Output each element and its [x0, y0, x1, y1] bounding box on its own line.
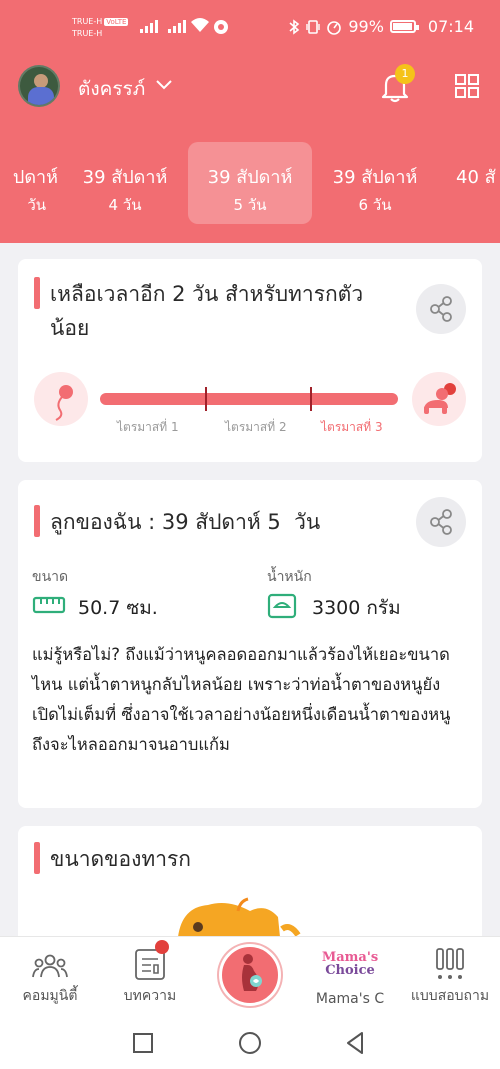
system-nav-bar	[0, 1016, 500, 1069]
scale-icon	[267, 593, 297, 619]
nav-articles[interactable]: บทความ	[100, 937, 200, 1017]
pregnancy-home-button[interactable]	[219, 944, 281, 1006]
clock: 07:14	[427, 17, 474, 36]
home-icon[interactable]	[238, 1031, 262, 1055]
baby-info-title: ลูกของฉัน : 39 สัปดาห์ 5 วัน	[50, 510, 321, 534]
week-tab[interactable]: ปดาห์ วัน	[0, 142, 62, 224]
survey-icon	[436, 948, 464, 979]
trimester-2-label: ไตรมาสที่ 2	[225, 420, 287, 434]
countdown-title: เหลือเวลาอีก 2 วัน สำหรับทารกตัวน้อย	[50, 282, 364, 340]
trimester-marker	[310, 387, 312, 411]
chevron-down-icon[interactable]	[155, 78, 173, 92]
vibrate-icon	[306, 19, 321, 34]
trimester-3-label: ไตรมาสที่ 3	[321, 420, 383, 434]
signal-icon-2	[168, 19, 186, 33]
status-right: 99% 07:14	[288, 17, 474, 36]
battery-percent: 99%	[348, 17, 384, 36]
status-bar: TRUE-H VoLTE TRUE-H 99% 07:14	[0, 0, 500, 58]
card-accent	[34, 842, 40, 874]
week-tab[interactable]: 40 สั	[438, 142, 500, 224]
articles-badge	[155, 940, 169, 954]
community-icon	[32, 954, 68, 978]
signal-icon	[140, 19, 158, 33]
card-accent	[34, 505, 40, 537]
week-tab[interactable]: 39 สัปดาห์ 6 วัน	[313, 142, 437, 224]
share-icon	[430, 296, 452, 322]
nav-quiz[interactable]: แบบสอบถาม	[400, 937, 500, 1017]
carrier-2: TRUE-H	[72, 29, 103, 38]
size-label: ขนาด	[32, 569, 69, 585]
baby-size-title: ขนาดของทารก	[50, 847, 191, 871]
carrier-1: TRUE-H	[72, 17, 103, 26]
nav-mamas-choice[interactable]: Mama's Choice Mama's C	[300, 937, 400, 1017]
avatar[interactable]	[18, 65, 60, 107]
carrier-info: TRUE-H VoLTE TRUE-H	[72, 16, 129, 40]
weight-value: 3300 กรัม	[312, 597, 401, 619]
nav-community[interactable]: คอมมูนิตี้	[0, 937, 100, 1017]
data-saver-icon	[214, 20, 228, 34]
volte-tag: VoLTE	[104, 18, 129, 26]
baby-crawling-icon	[412, 372, 466, 426]
mamas-choice-logo: Mama's Choice	[321, 950, 379, 978]
week-selector[interactable]: ปดาห์ วัน 39 สัปดาห์ 4 วัน 39 สัปดาห์ 5 …	[0, 142, 500, 224]
notification-badge: 1	[395, 64, 415, 84]
battery-icon	[389, 20, 419, 33]
week-tab[interactable]: 39 สัปดาห์ 4 วัน	[63, 142, 187, 224]
ruler-icon	[32, 596, 66, 614]
week-tab-selected[interactable]: 39 สัปดาห์ 5 วัน	[188, 142, 312, 224]
wifi-icon	[191, 18, 209, 32]
share-button[interactable]	[416, 284, 466, 334]
pregnancy-progress-bar	[100, 393, 398, 405]
size-value: 50.7 ซม.	[78, 597, 158, 619]
recent-apps-icon[interactable]	[132, 1032, 154, 1054]
baby-fact-text: แม่รู้หรือไม่? ถึงแม้ว่าหนูคลอดออกมาแล้ว…	[32, 645, 451, 754]
pregnant-woman-icon	[242, 954, 262, 991]
speed-icon	[327, 20, 342, 35]
weight-label: น้ำหนัก	[267, 569, 312, 585]
card-accent	[34, 277, 40, 309]
trimester-1-label: ไตรมาสที่ 1	[117, 420, 179, 434]
sperm-icon	[34, 372, 88, 426]
bluetooth-icon	[289, 18, 300, 35]
share-button[interactable]	[416, 497, 466, 547]
username[interactable]: ตังครรภ์	[78, 74, 145, 104]
trimester-marker	[205, 387, 207, 411]
grid-menu-icon[interactable]	[454, 73, 480, 99]
share-icon	[430, 509, 452, 535]
back-icon[interactable]	[344, 1031, 366, 1055]
fruit-illustration	[178, 897, 301, 937]
